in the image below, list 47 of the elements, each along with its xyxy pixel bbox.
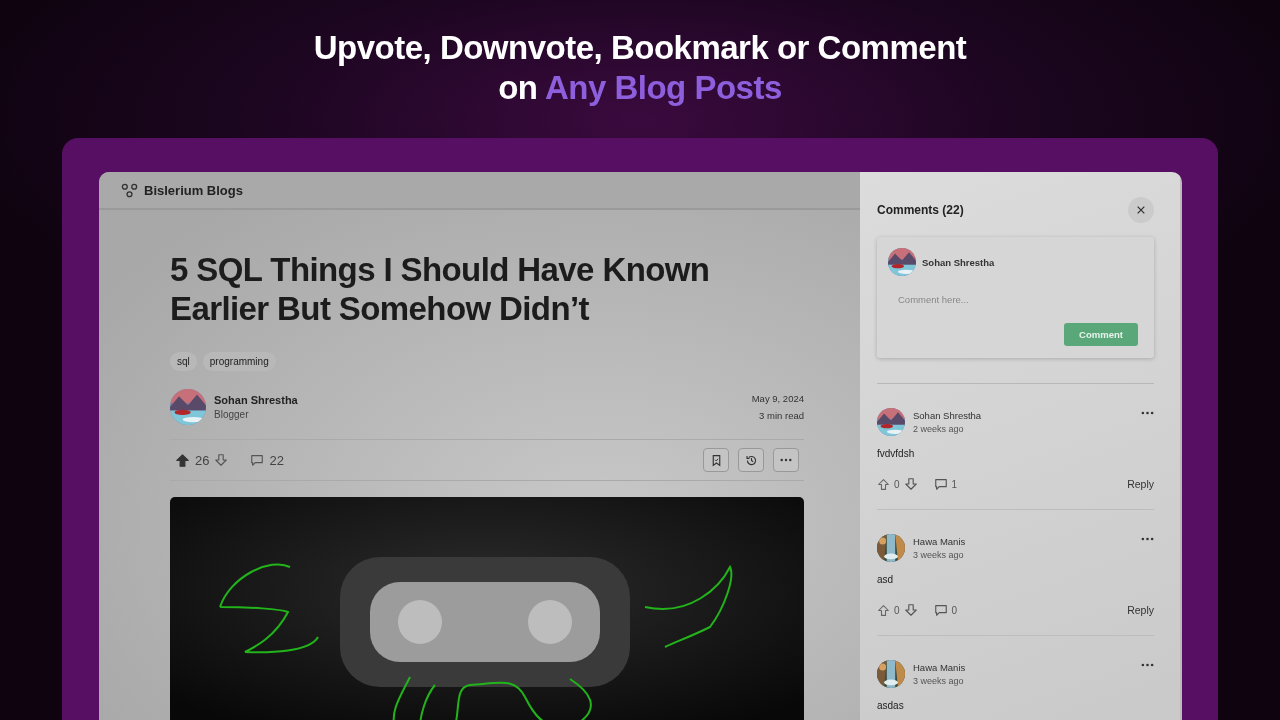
comment-icon[interactable] — [250, 453, 265, 467]
close-icon — [1136, 205, 1146, 215]
upvote-icon[interactable] — [877, 603, 890, 617]
tag[interactable]: programming — [202, 352, 276, 371]
comment-time: 3 weeks ago — [913, 550, 965, 560]
comment-text: fvdvfdsh — [877, 448, 916, 459]
downvote-icon[interactable] — [214, 453, 229, 467]
reply-count: 1 — [951, 478, 958, 490]
panel-title: Comments (22) — [877, 203, 964, 217]
vote-count: 0 — [894, 478, 900, 490]
commenter-name[interactable]: Sohan Shrestha — [913, 410, 982, 421]
headline: Upvote, Downvote, Bookmark or Comment on Any Blog Posts — [313, 28, 967, 108]
reply-count: 0 — [951, 604, 958, 616]
history-icon — [744, 453, 758, 467]
reply-button[interactable]: Reply — [1127, 478, 1154, 490]
comment-text: asd — [877, 574, 895, 585]
downvote-icon[interactable] — [903, 477, 918, 491]
comment-time: 3 weeks ago — [913, 676, 965, 686]
commenter-name[interactable]: Hawa Manis — [913, 536, 966, 547]
comment-count: 22 — [269, 452, 284, 468]
vote-count: 0 — [894, 604, 900, 616]
comment-icon[interactable] — [933, 603, 948, 617]
read-time: 3 min read — [759, 410, 804, 421]
more-icon[interactable] — [1141, 537, 1154, 541]
author-role: Blogger — [214, 409, 250, 420]
logo-icon — [121, 182, 138, 198]
comment-field[interactable]: Comment here... — [898, 290, 1138, 309]
comment-time: 2 weeks ago — [913, 424, 965, 434]
comment-text: asdas — [877, 700, 905, 711]
bookmark-button[interactable] — [703, 448, 729, 472]
upvote-icon[interactable] — [877, 477, 890, 491]
more-icon[interactable] — [1141, 411, 1154, 415]
tag[interactable]: sql — [170, 352, 197, 371]
commenter-name[interactable]: Hawa Manis — [913, 662, 966, 673]
comment-icon[interactable] — [933, 477, 948, 491]
upvote-icon[interactable] — [175, 452, 190, 468]
reply-button[interactable]: Reply — [1127, 604, 1154, 616]
author-name[interactable]: Sohan Shrestha — [214, 394, 298, 406]
downvote-icon[interactable] — [903, 603, 918, 617]
user-name: Sohan Shrestha — [922, 256, 995, 268]
vote-count: 26 — [195, 452, 210, 468]
post-date: May 9, 2024 — [751, 393, 804, 404]
site-name[interactable]: Bislerium Blogs — [144, 182, 243, 198]
more-icon — [780, 458, 792, 462]
post-title: 5 SQL Things I Should Have Known Earlier But Somehow Didn’t — [170, 250, 711, 328]
more-icon[interactable] — [1141, 663, 1154, 667]
history-button[interactable] — [738, 448, 764, 472]
